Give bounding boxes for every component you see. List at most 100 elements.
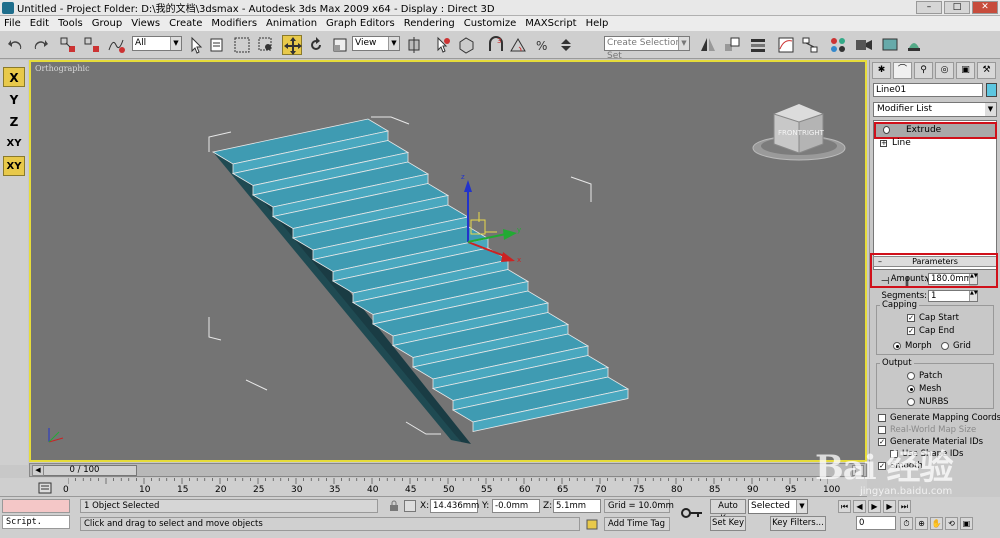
- grid-radio[interactable]: Grid: [941, 341, 971, 351]
- add-time-tag-button[interactable]: Add Time Tag: [604, 517, 670, 531]
- orbit-icon[interactable]: ⟲: [945, 517, 958, 530]
- current-frame-field[interactable]: 0: [856, 516, 896, 530]
- select-manipulate-icon[interactable]: [432, 35, 452, 55]
- set-key-button[interactable]: Set Key: [710, 516, 746, 531]
- curve-editor-icon[interactable]: [776, 35, 796, 55]
- snaps-toggle-icon[interactable]: 3: [486, 35, 506, 55]
- undo-icon[interactable]: [6, 35, 26, 55]
- prev-frame-icon[interactable]: ◀: [32, 465, 44, 476]
- menu-group[interactable]: Group: [92, 18, 122, 29]
- named-selection-set-dropdown[interactable]: Create Selection Set ▼: [604, 36, 690, 61]
- layer-manager-icon[interactable]: [748, 35, 768, 55]
- viewcube[interactable]: FRONT RIGHT: [752, 104, 846, 161]
- select-object-icon[interactable]: [186, 35, 206, 55]
- next-frame-icon[interactable]: ▶: [883, 500, 896, 513]
- menu-maxscript[interactable]: MAXScript: [525, 18, 576, 29]
- render-production-icon[interactable]: [904, 35, 924, 55]
- menu-tools[interactable]: Tools: [58, 18, 83, 29]
- menu-customize[interactable]: Customize: [464, 18, 517, 29]
- reference-coordinate-dropdown[interactable]: View ▼: [352, 36, 400, 51]
- stack-item-extrude[interactable]: Extrude: [874, 122, 997, 139]
- constrain-y-button[interactable]: Y: [3, 90, 25, 110]
- key-icon[interactable]: [680, 505, 704, 521]
- lock-icon[interactable]: [388, 500, 400, 512]
- cap-start-checkbox[interactable]: ✓ Cap Start: [907, 313, 959, 323]
- time-config-icon[interactable]: ⏱: [900, 517, 913, 530]
- next-frame-icon[interactable]: ▶: [852, 465, 864, 476]
- rendered-frame-icon[interactable]: [880, 35, 900, 55]
- minimize-button[interactable]: –: [916, 1, 942, 14]
- key-filters-button[interactable]: Key Filters...: [770, 516, 826, 531]
- unlink-icon[interactable]: [82, 35, 102, 55]
- menu-help[interactable]: Help: [586, 18, 609, 29]
- nurbs-radio[interactable]: NURBS: [907, 397, 949, 407]
- menu-edit[interactable]: Edit: [30, 18, 49, 29]
- select-link-icon[interactable]: [58, 35, 78, 55]
- orthographic-viewport[interactable]: Orthographic z x y FRONT RIGHT: [29, 60, 867, 462]
- object-color-swatch[interactable]: [986, 83, 997, 97]
- y-coord-field[interactable]: -0.0mm: [492, 499, 540, 513]
- go-to-end-icon[interactable]: ⏭: [898, 500, 911, 513]
- track-bar[interactable]: 0 10 15 20 25 30 35 40 45 50 55 60 65 70 75 80 85 90 95 100: [0, 478, 867, 497]
- menu-rendering[interactable]: Rendering: [404, 18, 455, 29]
- menu-create[interactable]: Create: [169, 18, 202, 29]
- mini-curve-editor-icon[interactable]: [38, 481, 52, 495]
- move-icon[interactable]: [282, 35, 302, 55]
- rotate-icon[interactable]: [306, 35, 326, 55]
- constrain-plane-button[interactable]: XY: [3, 156, 25, 176]
- menu-graph-editors[interactable]: Graph Editors: [326, 18, 395, 29]
- constrain-x-button[interactable]: X: [3, 67, 25, 87]
- hierarchy-tab-icon[interactable]: ⚲: [914, 62, 933, 79]
- expand-icon[interactable]: +: [880, 140, 887, 147]
- z-coord-field[interactable]: 5.1mm: [553, 499, 601, 513]
- play-icon[interactable]: ▶: [868, 500, 881, 513]
- select-by-name-icon[interactable]: [208, 35, 228, 55]
- patch-radio[interactable]: Patch: [907, 371, 942, 381]
- selection-filter-dropdown[interactable]: All ▼: [132, 36, 182, 51]
- render-setup-icon[interactable]: [854, 35, 874, 55]
- pivot-center-icon[interactable]: [404, 35, 424, 55]
- constrain-z-button[interactable]: Z: [3, 112, 25, 132]
- go-to-start-icon[interactable]: ⏮: [838, 500, 851, 513]
- previous-frame-icon[interactable]: ◀: [853, 500, 866, 513]
- smooth-checkbox[interactable]: ✓ Smooth: [878, 461, 923, 471]
- percent-snap-icon[interactable]: %: [532, 35, 552, 55]
- spinner-snap-icon[interactable]: [556, 35, 576, 55]
- use-shape-ids-checkbox[interactable]: Use Shape IDs: [890, 449, 963, 459]
- window-crossing-icon[interactable]: [256, 35, 276, 55]
- schematic-view-icon[interactable]: [800, 35, 820, 55]
- spinner-arrows-icon[interactable]: ▲▼: [969, 291, 978, 301]
- cap-end-checkbox[interactable]: ✓ Cap End: [907, 326, 954, 336]
- motion-tab-icon[interactable]: ◎: [935, 62, 954, 79]
- lightbulb-icon[interactable]: [883, 126, 890, 134]
- time-slider-thumb[interactable]: 0 / 100: [32, 465, 137, 476]
- real-world-size-checkbox[interactable]: Real-World Map Size: [878, 425, 976, 435]
- close-button[interactable]: ✕: [972, 1, 998, 14]
- morph-radio[interactable]: Morph: [893, 341, 932, 351]
- angle-snap-icon[interactable]: [508, 35, 528, 55]
- maxscript-listener-result[interactable]: [2, 499, 70, 513]
- align-icon[interactable]: [722, 35, 742, 55]
- pan-icon[interactable]: ✋: [930, 517, 943, 530]
- stack-item-line[interactable]: + Line: [876, 137, 995, 150]
- constrain-xy-button[interactable]: XY: [3, 134, 25, 154]
- menu-views[interactable]: Views: [131, 18, 160, 29]
- mesh-radio[interactable]: Mesh: [907, 384, 941, 394]
- modify-tab-icon[interactable]: ⌒: [893, 62, 912, 79]
- x-coord-field[interactable]: 14.436mm: [430, 499, 479, 513]
- maxscript-listener[interactable]: Script.: [2, 515, 70, 529]
- keyboard-shortcut-icon[interactable]: [456, 35, 476, 55]
- absolute-mode-icon[interactable]: [404, 500, 416, 512]
- utilities-tab-icon[interactable]: ⚒: [977, 62, 996, 79]
- menu-modifiers[interactable]: Modifiers: [211, 18, 257, 29]
- generate-mapping-checkbox[interactable]: Generate Mapping Coords.: [878, 413, 1000, 423]
- modifier-list-dropdown[interactable]: Modifier List ▼: [873, 102, 997, 117]
- object-name-field[interactable]: Line01: [873, 83, 983, 97]
- redo-icon[interactable]: [30, 35, 50, 55]
- key-mode-dropdown[interactable]: Selected ▼: [748, 499, 808, 514]
- generate-material-ids-checkbox[interactable]: ✓ Generate Material IDs: [878, 437, 983, 447]
- menu-animation[interactable]: Animation: [266, 18, 317, 29]
- bind-spacewarp-icon[interactable]: [106, 35, 126, 55]
- time-slider[interactable]: 0 / 100 ◀ ▶: [29, 463, 867, 477]
- menu-file[interactable]: File: [4, 18, 21, 29]
